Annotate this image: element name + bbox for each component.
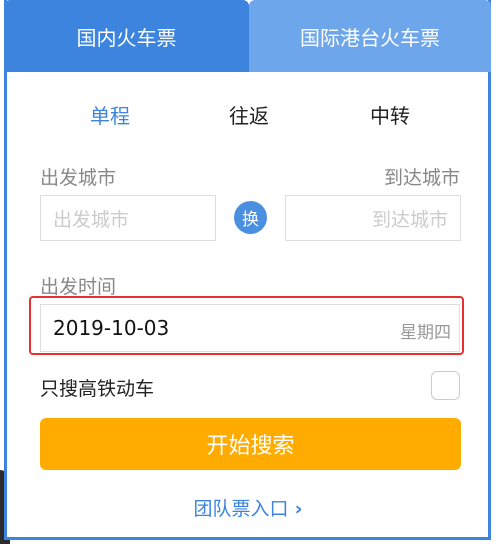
trip-type-one-way[interactable]: 单程 — [90, 100, 130, 129]
tab-domestic-train[interactable]: 国内火车票 — [4, 0, 249, 72]
arrival-city-label: 到达城市 — [383, 167, 460, 189]
high-speed-only-label: 只搜高铁动车 — [40, 378, 155, 400]
search-button[interactable]: 开始搜索 — [40, 418, 461, 470]
arrival-city-input[interactable]: 到达城市 — [285, 195, 461, 241]
departure-city-input[interactable]: 出发城市 — [40, 195, 216, 241]
date-field-highlight — [29, 296, 464, 355]
departure-city-label: 出发城市 — [40, 167, 117, 189]
trip-type-round-trip[interactable]: 往返 — [229, 100, 269, 129]
high-speed-only-checkbox[interactable] — [431, 371, 460, 400]
swap-cities-button[interactable]: 换 — [234, 201, 267, 234]
group-ticket-label: 团队票入口 — [193, 498, 289, 520]
trip-type-selector: 单程 往返 中转 — [4, 100, 491, 130]
tab-international-train[interactable]: 国际港台火车票 — [249, 0, 491, 72]
chevron-right-icon: › — [294, 498, 303, 520]
trip-type-transfer[interactable]: 中转 — [370, 100, 410, 129]
departure-date-label: 出发时间 — [40, 276, 117, 298]
ticket-tabs: 国内火车票 国际港台火车票 — [4, 0, 491, 72]
group-ticket-link[interactable]: 团队票入口 › — [0, 494, 496, 521]
